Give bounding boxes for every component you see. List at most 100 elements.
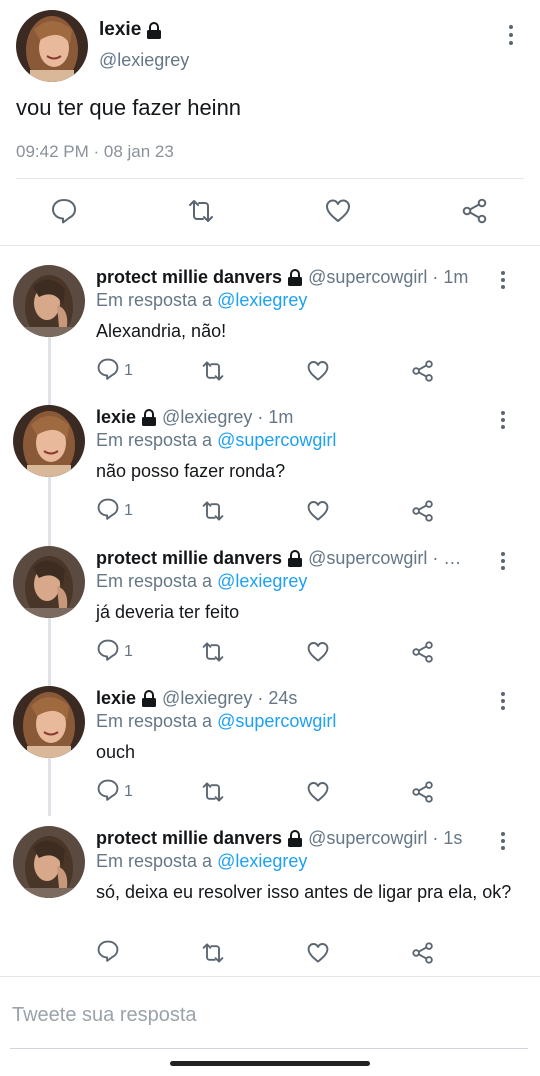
reply-actions: 1 (0, 779, 540, 807)
share-icon[interactable] (461, 197, 489, 225)
author-handle[interactable]: @lexiegrey (99, 50, 189, 71)
reply-header: protect millie danvers @supercowgirl · 1m (96, 267, 481, 288)
author-name[interactable]: protect millie danvers (96, 828, 282, 849)
retweet-icon[interactable] (201, 358, 225, 384)
avatar[interactable] (13, 826, 85, 898)
comment-button[interactable]: 1 (96, 498, 133, 524)
heart-icon[interactable] (306, 498, 330, 524)
divider (0, 976, 540, 977)
comment-button[interactable]: 1 (96, 358, 133, 384)
author-name[interactable]: lexie (96, 407, 136, 428)
reply-context: Em resposta a @supercowgirl (96, 430, 336, 451)
comment-button[interactable]: 1 (96, 639, 133, 665)
reply-count: 1 (124, 643, 133, 660)
reply-header: lexie @lexiegrey · 1m (96, 407, 481, 428)
more-vertical-icon[interactable] (497, 409, 509, 431)
reply-actions: 1 (0, 498, 540, 526)
retweet-icon[interactable] (187, 197, 215, 225)
avatar[interactable] (16, 10, 88, 82)
retweet-icon[interactable] (201, 639, 225, 665)
author-meta: @lexiegrey · 1m (162, 407, 294, 427)
tweet-actions (0, 192, 540, 232)
more-vertical-icon[interactable] (497, 690, 509, 712)
avatar[interactable] (13, 265, 85, 337)
comment-button[interactable]: 1 (96, 779, 133, 805)
reply-label: Em resposta a (96, 571, 213, 591)
share-icon[interactable] (411, 940, 435, 966)
comment-icon (96, 357, 120, 386)
share-icon[interactable] (411, 639, 435, 665)
reply-actions (0, 940, 540, 968)
reply-count: 1 (124, 362, 133, 379)
more-vertical-icon[interactable] (505, 22, 517, 48)
more-vertical-icon[interactable] (497, 830, 509, 852)
mention-link[interactable]: @lexiegrey (217, 851, 307, 871)
tweet-text: vou ter que fazer heinn (16, 95, 242, 120)
avatar[interactable] (13, 405, 85, 477)
retweet-icon[interactable] (201, 779, 225, 805)
retweet-icon[interactable] (201, 498, 225, 524)
lock-icon (141, 409, 157, 426)
reply-actions: 1 (0, 639, 540, 667)
comment-icon[interactable] (50, 197, 78, 225)
author-name[interactable]: protect millie danvers (96, 267, 282, 288)
lock-icon (146, 21, 162, 39)
reply-text: Alexandria, não! (96, 321, 227, 341)
reply-tweet[interactable]: protect millie danvers @supercowgirl · … E… (0, 546, 540, 686)
reply-composer (0, 982, 540, 1048)
share-icon[interactable] (411, 779, 435, 805)
author-name[interactable]: protect millie danvers (96, 548, 282, 569)
author-meta: @supercowgirl · … (308, 548, 462, 568)
author-meta: @lexiegrey · 24s (162, 688, 298, 708)
author-name[interactable]: lexie (99, 19, 162, 41)
mention-link[interactable]: @supercowgirl (217, 711, 336, 731)
share-icon[interactable] (411, 358, 435, 384)
lock-icon (287, 550, 303, 567)
heart-icon[interactable] (306, 779, 330, 805)
reply-label: Em resposta a (96, 711, 213, 731)
reply-tweet[interactable]: lexie @lexiegrey · 1m Em resposta a @super… (0, 405, 540, 545)
reply-context: Em resposta a @supercowgirl (96, 711, 336, 732)
reply-header: lexie @lexiegrey · 24s (96, 688, 481, 709)
more-vertical-icon[interactable] (497, 269, 509, 291)
reply-text: não posso fazer ronda? (96, 461, 286, 481)
author-name[interactable]: lexie (96, 688, 136, 709)
reply-header: protect millie danvers @supercowgirl · … (96, 548, 481, 569)
share-icon[interactable] (411, 498, 435, 524)
reply-context: Em resposta a @lexiegrey (96, 290, 307, 311)
reply-count: 1 (124, 783, 133, 800)
reply-count: 1 (124, 502, 133, 519)
tweet-timestamp: 09:42 PM · 08 jan 23 (16, 142, 174, 161)
heart-icon[interactable] (306, 358, 330, 384)
heart-icon[interactable] (306, 639, 330, 665)
input-underline (10, 1048, 528, 1049)
reply-text: já deveria ter feito (96, 602, 240, 622)
comment-icon (96, 939, 120, 968)
reply-text: ouch (96, 742, 136, 762)
retweet-icon[interactable] (201, 940, 225, 966)
author-meta: @supercowgirl · 1m (308, 267, 469, 287)
more-vertical-icon[interactable] (497, 550, 509, 572)
divider (16, 178, 524, 179)
author-name-text: lexie (99, 19, 142, 40)
reply-text: só, deixa eu resolver isso antes de liga… (96, 882, 512, 902)
comment-icon (96, 778, 120, 807)
lock-icon (287, 830, 303, 847)
reply-tweet[interactable]: protect millie danvers @supercowgirl · 1m… (0, 265, 540, 405)
reply-input[interactable] (12, 1000, 522, 1030)
reply-tweet[interactable]: protect millie danvers @supercowgirl · 1s… (0, 826, 540, 966)
lock-icon (287, 269, 303, 286)
mention-link[interactable]: @lexiegrey (217, 571, 307, 591)
avatar[interactable] (13, 686, 85, 758)
reply-tweet[interactable]: lexie @lexiegrey · 24s Em resposta a @supe… (0, 686, 540, 826)
reply-label: Em resposta a (96, 290, 213, 310)
mention-link[interactable]: @lexiegrey (217, 290, 307, 310)
heart-icon[interactable] (324, 197, 352, 225)
comment-button[interactable] (96, 940, 124, 966)
heart-icon[interactable] (306, 940, 330, 966)
avatar[interactable] (13, 546, 85, 618)
home-indicator[interactable] (170, 1061, 370, 1066)
mention-link[interactable]: @supercowgirl (217, 430, 336, 450)
lock-icon (141, 690, 157, 707)
author-meta: @supercowgirl · 1s (308, 828, 463, 848)
